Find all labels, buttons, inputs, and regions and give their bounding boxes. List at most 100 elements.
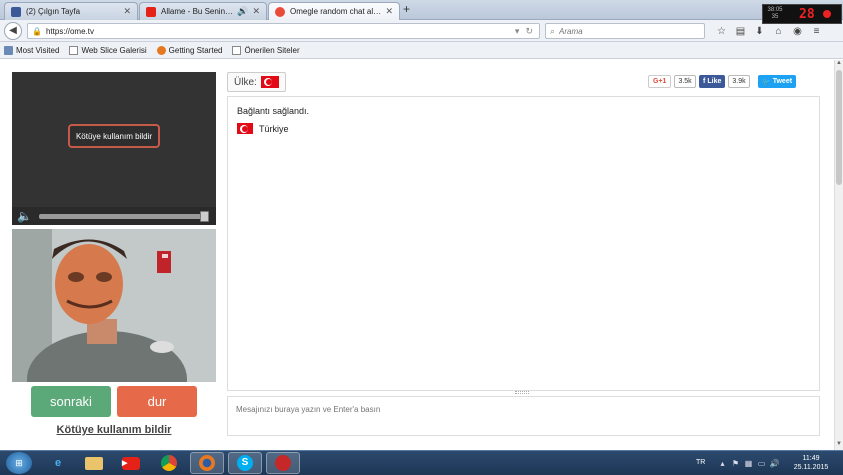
reading-list-icon[interactable]: ▤ xyxy=(731,23,750,39)
stranger-video: Kötüye kullanım bildir 🔈 xyxy=(12,72,216,225)
tab-title: (2) Çılgın Tayfa xyxy=(26,7,81,16)
system-clock[interactable]: 11:49 25.11.2015 xyxy=(788,454,834,472)
stop-button[interactable]: dur xyxy=(117,386,197,417)
speaker-icon[interactable]: 🔈 xyxy=(17,209,32,223)
scroll-up-icon[interactable]: ▲ xyxy=(835,60,843,69)
search-bar[interactable]: ⌕ xyxy=(545,23,705,39)
volume-icon[interactable]: 🔊 xyxy=(768,458,781,468)
bookmark-star-icon[interactable]: ☆ xyxy=(712,23,731,39)
system-tray: ▴ ⚑ ▦ ▭ 🔊 xyxy=(716,458,781,468)
facebook-icon: f xyxy=(703,78,706,85)
next-button[interactable]: sonraki xyxy=(31,386,111,417)
recorder-fps: 38:05 35 xyxy=(767,7,783,20)
skype-icon[interactable]: S xyxy=(228,452,262,474)
report-abuse-link[interactable]: Kötüye kullanım bildir xyxy=(12,424,216,436)
connection-status: Bağlantı sağlandı. xyxy=(237,106,310,116)
browser-tab-bar: (2) Çılgın Tayfa ✕ Allame - Bu Senin Ell… xyxy=(0,0,843,20)
dropdown-icon[interactable]: ▾ xyxy=(515,26,520,37)
message-box[interactable] xyxy=(227,396,820,436)
toolbar-icons: ☆ ▤ ⬇ ⌂ ◉ ≡ xyxy=(712,23,826,39)
bookmark-most-visited[interactable]: Most Visited xyxy=(4,45,59,55)
chat-icon[interactable]: ◉ xyxy=(788,23,807,39)
bookmark-onerilen-siteler[interactable]: Önerilen Siteler xyxy=(232,45,300,55)
firefox-icon xyxy=(156,45,166,55)
page-icon xyxy=(232,45,242,55)
folder-icon xyxy=(4,45,13,55)
lock-icon: 🔒 xyxy=(32,26,42,36)
turkey-flag-icon xyxy=(237,123,253,134)
file-explorer-icon[interactable] xyxy=(77,452,111,474)
network-icon[interactable]: ▦ xyxy=(742,458,755,468)
clock-time: 11:49 xyxy=(802,455,820,462)
facebook-like-button[interactable]: f Like xyxy=(699,75,726,88)
reload-icon[interactable]: ↻ xyxy=(525,26,533,37)
recorder-app-icon[interactable] xyxy=(266,452,300,474)
tray-flag-icon[interactable]: ⚑ xyxy=(729,458,742,468)
volume-slider[interactable] xyxy=(39,214,209,219)
bookmark-label: Önerilen Siteler xyxy=(244,45,300,55)
firefox-icon[interactable] xyxy=(190,452,224,474)
tab-title: Omegle random chat alter... xyxy=(290,7,382,16)
menu-icon[interactable]: ≡ xyxy=(807,23,826,39)
gplus-button[interactable]: G+1 xyxy=(648,75,672,88)
country-name: Türkiye xyxy=(259,123,289,134)
report-abuse-button[interactable]: Kötüye kullanım bildir xyxy=(68,124,160,148)
bookmark-web-slice[interactable]: Web Slice Galerisi xyxy=(69,45,147,55)
facebook-like-count: 3.9k xyxy=(728,75,750,88)
tab-allame[interactable]: Allame - Bu Senin Elleri... 🔊 ✕ xyxy=(139,2,267,20)
close-icon[interactable]: ✕ xyxy=(123,6,131,17)
back-button[interactable]: ◀ xyxy=(4,21,22,40)
speaker-icon: 🔊 xyxy=(237,6,249,16)
bookmark-getting-started[interactable]: Getting Started xyxy=(156,45,222,55)
scroll-down-icon[interactable]: ▼ xyxy=(835,441,843,450)
country-label: Ülke: xyxy=(234,76,257,88)
tray-arrow-icon[interactable]: ▴ xyxy=(716,458,729,468)
chat-log: Bağlantı sağlandı. Türkiye xyxy=(227,96,820,391)
chrome-icon[interactable] xyxy=(152,452,186,474)
clock-date: 25.11.2015 xyxy=(793,464,829,471)
close-icon[interactable]: ✕ xyxy=(385,6,393,17)
recorder-count: 28 xyxy=(799,6,815,22)
resize-grip[interactable] xyxy=(515,391,529,394)
gplus-widget[interactable]: G+1 3.5k xyxy=(648,75,696,88)
facebook-icon xyxy=(11,6,21,17)
bookmark-label: Web Slice Galerisi xyxy=(81,45,147,55)
url-bar[interactable]: 🔒 https://ome.tv ▾ ↻ xyxy=(27,23,540,39)
url-text[interactable]: https://ome.tv xyxy=(46,27,515,36)
facebook-like-widget[interactable]: f Like 3.9k xyxy=(699,75,750,88)
youtube-icon[interactable]: ▶ xyxy=(114,452,148,474)
tab-cilgin-tayfa[interactable]: (2) Çılgın Tayfa ✕ xyxy=(4,2,138,20)
search-icon: ⌕ xyxy=(550,25,556,36)
page-scrollbar[interactable]: ▲ ▼ xyxy=(834,60,843,450)
volume-control: 🔈 xyxy=(12,207,216,225)
webcam-image xyxy=(12,229,216,382)
message-input[interactable] xyxy=(228,397,819,435)
internet-explorer-icon[interactable]: e xyxy=(41,452,75,474)
tab-title: Allame - Bu Senin Elleri... xyxy=(161,7,233,16)
display-icon[interactable]: ▭ xyxy=(755,458,768,468)
language-indicator[interactable]: TR xyxy=(696,459,705,466)
facebook-like-label: Like xyxy=(707,78,722,85)
stranger-country: Türkiye xyxy=(237,123,289,134)
tweet-label: Tweet xyxy=(772,78,793,85)
ometv-page: Kötüye kullanım bildir 🔈 sonraki dur Köt… xyxy=(0,60,834,450)
record-icon xyxy=(822,10,831,18)
volume-handle[interactable] xyxy=(200,211,209,222)
country-selector[interactable]: Ülke: xyxy=(227,72,286,92)
search-input[interactable] xyxy=(559,26,690,36)
twitter-icon: 🐦 xyxy=(762,78,771,86)
home-icon[interactable]: ⌂ xyxy=(769,23,788,39)
tweet-button[interactable]: 🐦 Tweet xyxy=(758,75,797,88)
bookmarks-bar: Most Visited Web Slice Galerisi Getting … xyxy=(0,42,843,59)
tab-omegle[interactable]: Omegle random chat alter... ✕ xyxy=(268,2,400,20)
ometv-icon xyxy=(275,6,285,17)
windows-taskbar: ⊞ e ▶ S TR ▴ ⚑ ▦ ▭ 🔊 11:49 25.11.2015 xyxy=(0,450,843,475)
download-icon[interactable]: ⬇ xyxy=(750,23,769,39)
tweet-widget[interactable]: 🐦 Tweet xyxy=(758,75,797,88)
self-webcam-video xyxy=(12,229,216,382)
close-icon[interactable]: ✕ xyxy=(252,6,260,17)
recorder-overlay: 38:05 35 28 xyxy=(762,4,842,24)
start-button[interactable]: ⊞ xyxy=(6,452,32,474)
new-tab-button[interactable]: + xyxy=(403,2,410,16)
scrollbar-thumb[interactable] xyxy=(836,70,842,185)
